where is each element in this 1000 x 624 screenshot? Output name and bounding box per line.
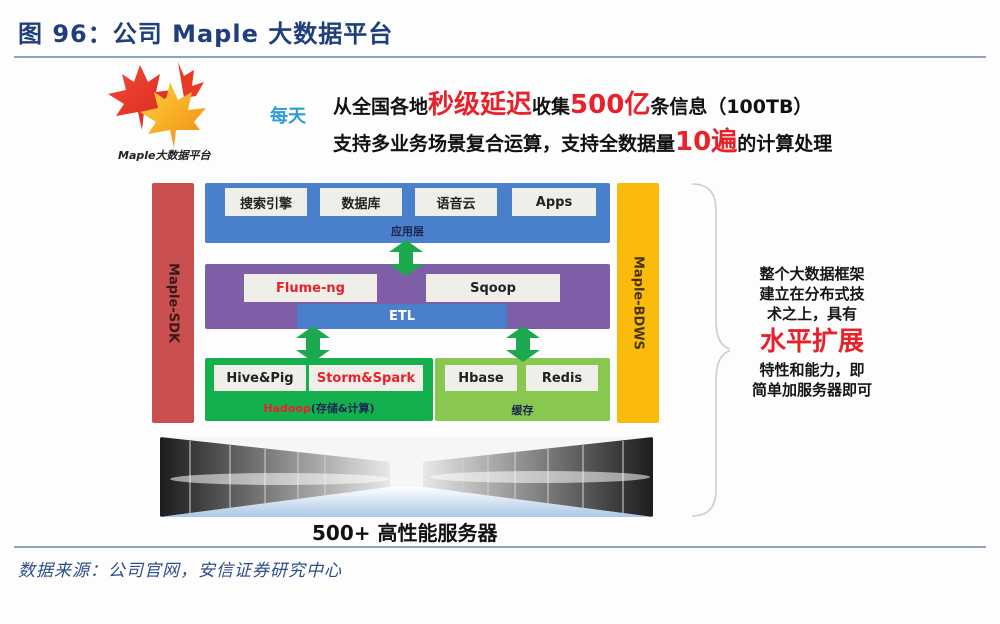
- headline-text: 收集: [532, 96, 571, 118]
- figure-title: 图 96：公司 Maple 大数据平台: [18, 20, 394, 48]
- hadoop-item-hive-pig: Hive&Pig: [214, 365, 306, 391]
- side-note-highlight: 水平扩展: [759, 327, 864, 357]
- headline-highlight: 500亿: [570, 90, 651, 120]
- hadoop-layer: Hive&Pig Storm&Spark Hadoop(存储&计算): [205, 358, 433, 421]
- source-divider: [14, 546, 986, 548]
- hadoop-item-storm-spark: Storm&Spark: [309, 365, 423, 391]
- curly-brace-icon: [691, 183, 730, 517]
- servers-caption: 500+ 高性能服务器: [312, 521, 498, 545]
- double-arrow-icon: [389, 240, 423, 276]
- cache-item-redis: Redis: [526, 365, 598, 391]
- server-room-image: [160, 437, 653, 517]
- double-arrow-icon: [506, 326, 540, 362]
- app-item-database: 数据库: [320, 188, 402, 216]
- maple-sdk-bar: Maple-SDK: [152, 183, 194, 423]
- application-layer-label: 应用层: [391, 225, 424, 238]
- side-note-line: 术之上，具有: [766, 305, 857, 323]
- headline-text: 支持多业务场景复合运算，支持全数据量: [333, 133, 676, 155]
- application-layer: 搜索引擎 数据库 语音云 Apps 应用层: [205, 183, 610, 243]
- everyday-label: 每天: [270, 106, 306, 127]
- hadoop-label-highlight: Hadoop: [263, 402, 311, 415]
- headline-text: 的计算处理: [737, 133, 833, 155]
- title-divider: [14, 56, 986, 58]
- source-note: 数据来源：公司官网，安信证券研究中心: [18, 561, 342, 581]
- headline-highlight: 秒级延迟: [428, 90, 533, 120]
- logo-caption: Maple大数据平台: [118, 149, 211, 162]
- double-arrow-icon: [296, 326, 330, 362]
- maple-bdws-label: Maple-BDWS: [630, 255, 646, 351]
- headline-text: 从全国各地: [333, 96, 429, 118]
- cache-layer-label: 缓存: [511, 404, 534, 417]
- headline-text: 条信息（100TB）: [650, 96, 813, 118]
- app-item-search-engine: 搜索引擎: [225, 188, 307, 216]
- hadoop-label-rest: (存储&计算): [310, 402, 375, 415]
- maple-bdws-bar: Maple-BDWS: [617, 183, 659, 423]
- side-note-line: 简单加服务器即可: [751, 381, 872, 399]
- cache-layer: Hbase Redis 缓存: [435, 358, 610, 421]
- maple-sdk-label: Maple-SDK: [165, 263, 181, 343]
- side-note-line: 建立在分布式技: [759, 285, 865, 303]
- cache-item-hbase: Hbase: [445, 365, 517, 391]
- headline-line-1: 从全国各地秒级延迟收集500亿条信息（100TB）: [333, 84, 812, 121]
- etl-item-flume-ng: Flume-ng: [244, 274, 377, 302]
- side-note-line: 整个大数据框架: [759, 265, 865, 283]
- etl-item-sqoop: Sqoop: [426, 274, 560, 302]
- app-item-apps: Apps: [512, 188, 596, 216]
- app-item-voice-cloud: 语音云: [415, 188, 497, 216]
- hadoop-layer-label: Hadoop(存储&计算): [205, 400, 433, 416]
- side-note-line: 特性和能力，即: [759, 361, 865, 379]
- headline-highlight: 10遍: [675, 127, 738, 157]
- headline-line-2: 支持多业务场景复合运算，支持全数据量10遍的计算处理: [333, 121, 832, 158]
- side-note: 整个大数据框架 建立在分布式技 术之上，具有 水平扩展 特性和能力，即 简单加服…: [742, 264, 882, 400]
